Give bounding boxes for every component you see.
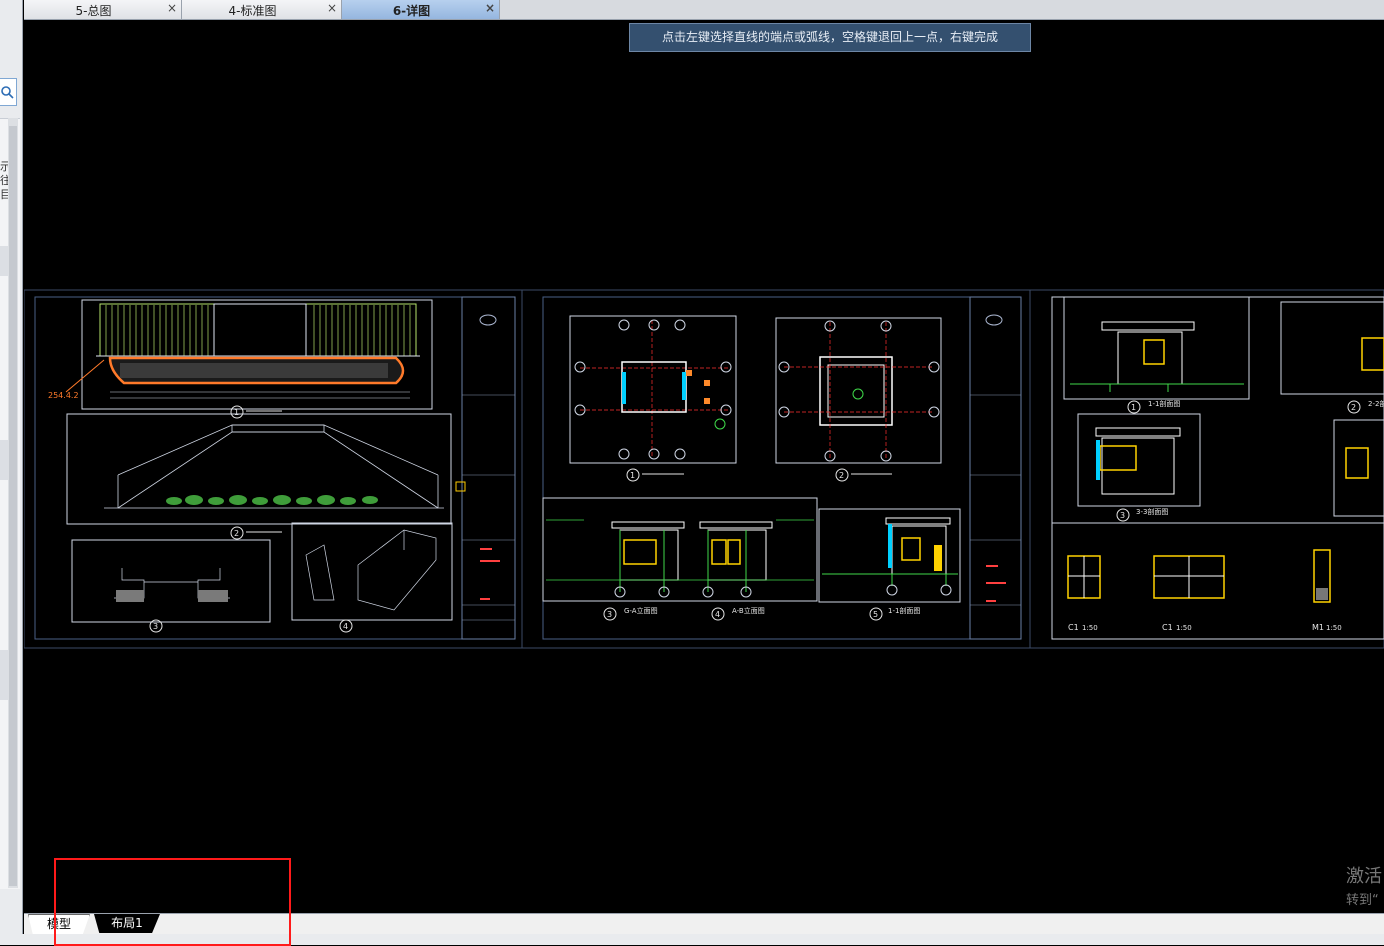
tab-label: 5-总图 — [75, 4, 112, 18]
view-number: 1 — [630, 471, 635, 480]
window-scale: 1:50 — [1326, 624, 1342, 632]
view-title: 1-1剖面图 — [888, 606, 920, 615]
window-scale: 1:50 — [1176, 624, 1192, 632]
view-number: 2 — [234, 529, 239, 538]
search-icon — [1, 86, 14, 99]
tab-layout1[interactable]: 布局1 — [94, 914, 160, 933]
view-number: 3 — [607, 610, 612, 619]
tab-model[interactable]: 模型 — [28, 914, 90, 935]
view-number: 1 — [234, 408, 239, 417]
left-panel: 示 往 目 — [0, 0, 23, 945]
close-icon[interactable]: × — [485, 1, 495, 15]
view-title: G-A立面图 — [624, 606, 658, 615]
tab-5-general-plan[interactable]: 5-总图 × — [24, 0, 182, 19]
view-number: 5 — [873, 610, 878, 619]
layout-tab-bar: 模型 布局1 — [24, 913, 1384, 935]
cad-drawing-canvas[interactable]: 254.4.2 1 2 3 4 1 2 3 G-A立面图 4 A-B立面图 5 … — [24, 20, 1384, 913]
document-tab-bar: 5-总图 × 4-标准图 × 6-详图 × — [24, 0, 1384, 20]
tab-4-standard-drawing[interactable]: 4-标准图 × — [182, 0, 342, 19]
view-number: 3 — [153, 622, 158, 631]
view-number: 1 — [1131, 403, 1136, 412]
status-bar — [0, 934, 1384, 945]
tab-6-detail-drawing[interactable]: 6-详图 × — [342, 0, 500, 19]
tab-label: 6-详图 — [392, 4, 431, 18]
command-hint-tooltip: 点击左键选择直线的端点或弧线，空格键退回上一点，右键完成 — [629, 23, 1031, 52]
close-icon[interactable]: × — [327, 1, 337, 15]
view-title: 3-3剖面图 — [1136, 507, 1168, 516]
window-scale: 1:50 — [1082, 624, 1098, 632]
view-title: 2-2剖面图 — [1368, 399, 1384, 408]
tab-label: 4-标准图 — [228, 4, 277, 18]
side-scrollbar[interactable] — [8, 118, 18, 888]
view-title: A-B立面图 — [732, 606, 765, 615]
scroll-thumb[interactable] — [9, 126, 17, 886]
close-icon[interactable]: × — [167, 1, 177, 15]
window-label: C1 — [1162, 623, 1173, 632]
window-label: M1 — [1312, 623, 1324, 632]
cad-drawing: 254.4.2 1 2 3 4 1 2 3 G-A立面图 4 A-B立面图 5 … — [24, 289, 1384, 649]
view-number: 3 — [1120, 511, 1125, 520]
window-label: C1 — [1068, 623, 1079, 632]
view-number: 2 — [1351, 403, 1356, 412]
view-number: 2 — [839, 471, 844, 480]
activation-watermark: 激活 — [1346, 866, 1382, 887]
view-title: 1-1剖面图 — [1148, 399, 1180, 408]
view-number: 4 — [343, 622, 348, 631]
search-button[interactable] — [0, 78, 17, 106]
dimension-label: 254.4.2 — [48, 391, 79, 400]
activation-watermark-sub: 转到“ — [1346, 893, 1379, 908]
view-number: 4 — [715, 610, 720, 619]
